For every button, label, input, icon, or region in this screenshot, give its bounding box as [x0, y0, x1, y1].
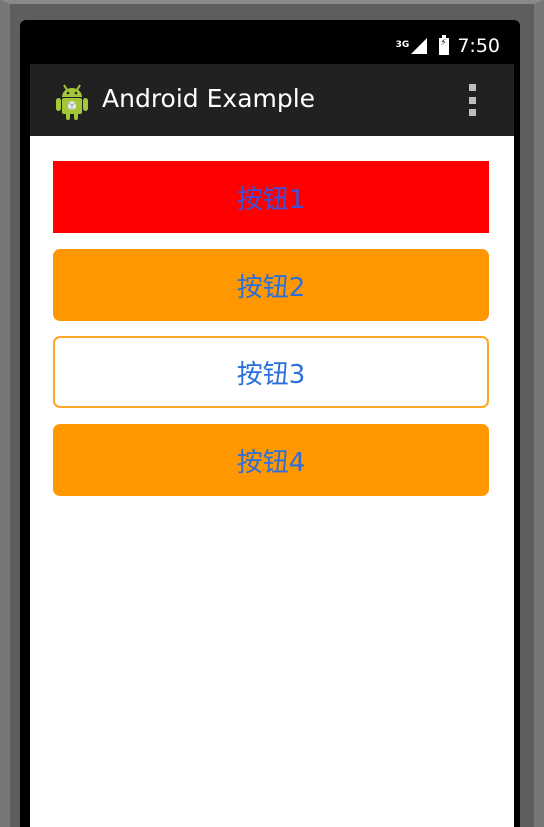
status-bar: 3G 7:50 [30, 28, 514, 64]
main-content: 按钮1 按钮2 按钮3 按钮4 [30, 136, 514, 827]
action-bar: Android Example [30, 64, 514, 136]
signal-icon: 3G [396, 38, 428, 54]
android-robot-icon[interactable] [54, 82, 90, 122]
status-time: 7:50 [457, 35, 500, 57]
menu-dot [468, 84, 476, 91]
signal-bars-icon [411, 38, 428, 54]
app-title: Android Example [102, 84, 316, 113]
battery-charging-icon [439, 34, 450, 55]
button-3[interactable]: 按钮3 [53, 336, 489, 408]
network-type: 3G [395, 40, 410, 50]
button-2[interactable]: 按钮2 [53, 249, 489, 321]
button-4[interactable]: 按钮4 [53, 424, 489, 496]
status-icons: 3G 7:50 [396, 28, 500, 64]
overflow-menu-icon[interactable] [468, 84, 476, 116]
button-1[interactable]: 按钮1 [53, 161, 489, 233]
menu-dot [468, 96, 476, 104]
menu-dot [468, 109, 476, 116]
